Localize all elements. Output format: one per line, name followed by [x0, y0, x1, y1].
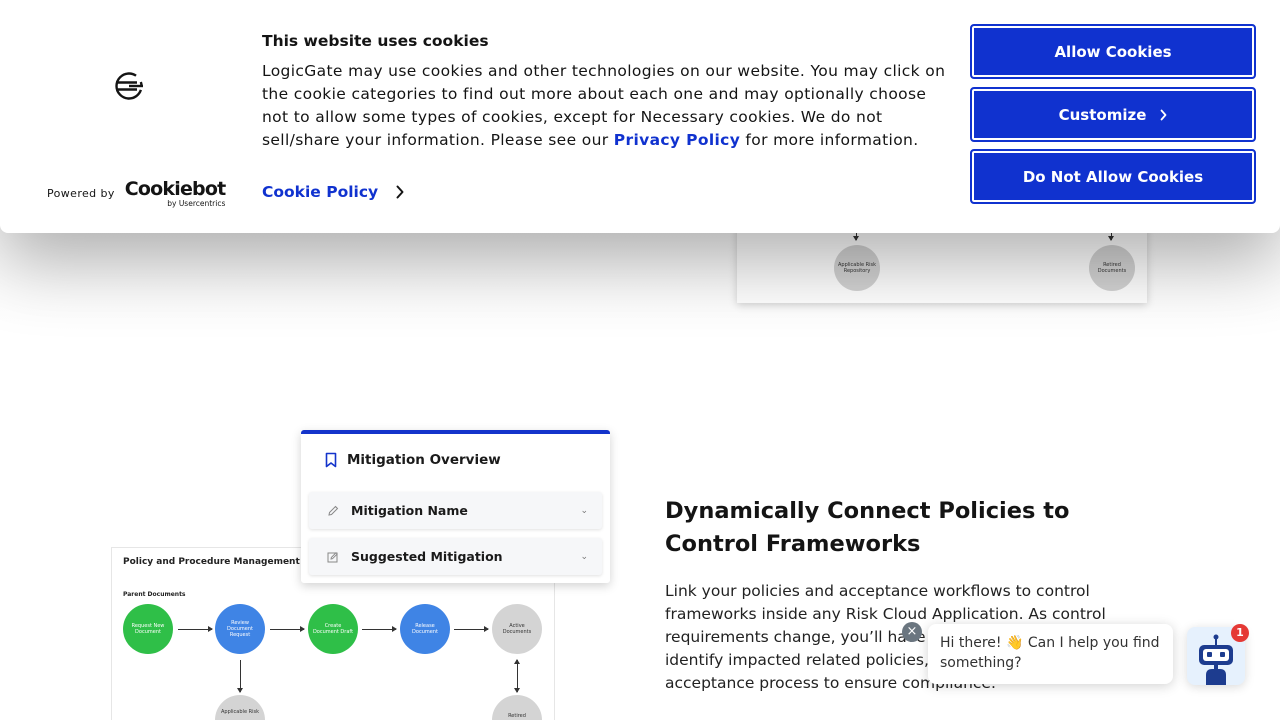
- logicgate-logo-icon: [115, 72, 143, 100]
- arrow-bidirectional-icon: [514, 659, 520, 693]
- chevron-right-icon: [1160, 109, 1167, 120]
- mitigation-header: Mitigation Overview: [325, 452, 501, 468]
- arrow-right-icon: [178, 626, 213, 632]
- cookie-banner-title: This website uses cookies: [262, 32, 489, 50]
- arrow-right-icon: [362, 626, 397, 632]
- powered-by-cookiebot[interactable]: Powered by Cookiebot by Usercentrics: [47, 178, 226, 208]
- node-review-document-request: Review Document Request: [215, 604, 265, 654]
- mitigation-title: Mitigation Overview: [347, 452, 501, 468]
- pencil-icon: [328, 505, 339, 516]
- mitigation-name-row[interactable]: Mitigation Name ⌄: [309, 492, 602, 529]
- bookmark-icon: [325, 452, 337, 468]
- mitigation-name-label: Mitigation Name: [351, 503, 468, 518]
- privacy-policy-link[interactable]: Privacy Policy: [614, 131, 740, 149]
- page: Applicable Risk Repository Retired Docum…: [0, 0, 1280, 720]
- chat-greeting-bubble[interactable]: Hi there! 👋 Can I help you find somethin…: [928, 624, 1173, 684]
- customize-button[interactable]: Customize: [970, 87, 1256, 142]
- node-release-document: Release Document: [400, 604, 450, 654]
- allow-cookies-button[interactable]: Allow Cookies: [970, 24, 1256, 79]
- cookie-banner-text: LogicGate may use cookies and other tech…: [262, 62, 946, 149]
- chat-close-icon[interactable]: ×: [902, 622, 922, 642]
- suggested-mitigation-row[interactable]: Suggested Mitigation ⌄: [309, 538, 602, 575]
- node-applicable-risk: Applicable Risk: [215, 695, 265, 720]
- arrow-down-icon: [1108, 232, 1114, 241]
- mitigation-overview-card: Mitigation Overview Mitigation Name ⌄ Su…: [301, 430, 610, 583]
- feature-heading: Dynamically Connect Policies to Control …: [665, 498, 1070, 557]
- diagram-section-label: Parent Documents: [123, 591, 186, 598]
- node-retired-documents: Retired Documents: [1089, 245, 1135, 291]
- arrow-right-icon: [270, 626, 305, 632]
- cookie-consent-banner: Powered by Cookiebot by Usercentrics Thi…: [0, 0, 1280, 233]
- node-applicable-risk-repository: Applicable Risk Repository: [834, 245, 880, 291]
- node-retired: Retired: [492, 695, 542, 720]
- chevron-down-icon: ⌄: [580, 505, 588, 516]
- cookie-policy-link[interactable]: Cookie Policy: [262, 183, 404, 201]
- edit-box-icon: [327, 551, 338, 562]
- node-create-document-draft: Create Document Draft: [308, 604, 358, 654]
- arrow-down-icon: [237, 660, 243, 693]
- node-request-new-document: Request New Document: [123, 604, 173, 654]
- suggested-mitigation-label: Suggested Mitigation: [351, 549, 503, 564]
- arrow-down-icon: [853, 232, 859, 241]
- powered-by-label: Powered by: [47, 187, 115, 201]
- chat-notification-badge: 1: [1231, 624, 1249, 642]
- chevron-down-icon: ⌄: [580, 551, 588, 562]
- cookiebot-logo: Cookiebot by Usercentrics: [124, 178, 226, 208]
- chevron-right-icon: [396, 185, 404, 199]
- arrow-right-icon: [454, 626, 489, 632]
- do-not-allow-cookies-button[interactable]: Do Not Allow Cookies: [970, 149, 1256, 204]
- node-active-documents: Active Documents: [492, 604, 542, 654]
- diagram-title: Policy and Procedure Management: [123, 557, 300, 567]
